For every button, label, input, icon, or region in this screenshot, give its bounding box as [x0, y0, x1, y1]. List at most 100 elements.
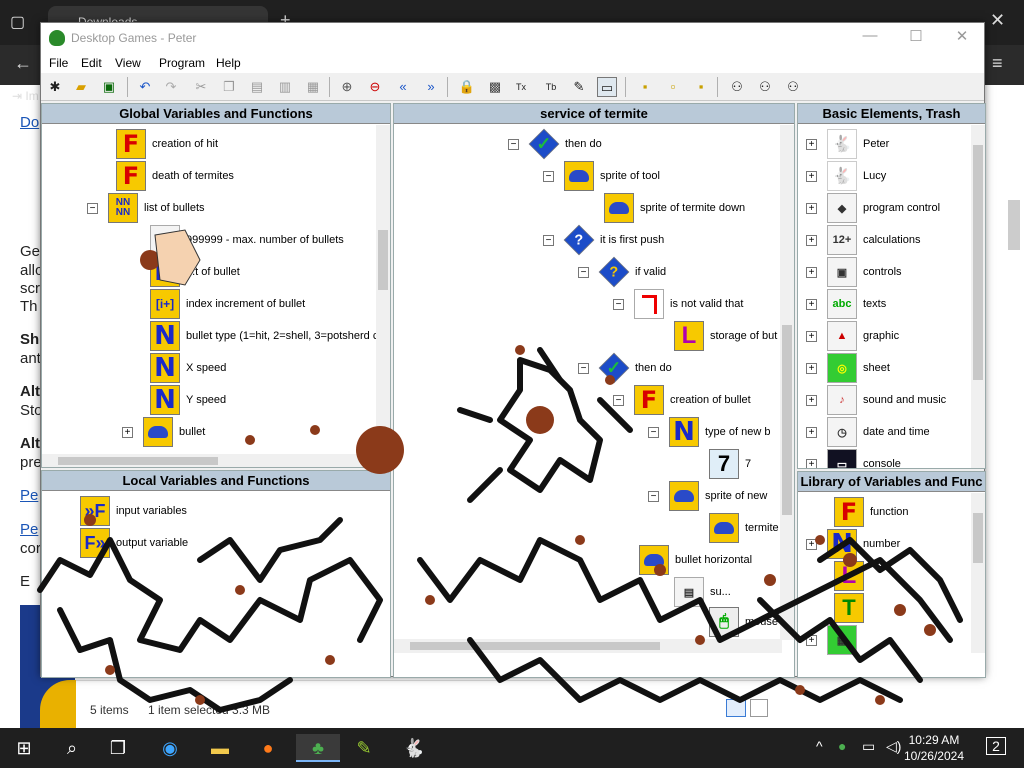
menu-icon[interactable]: ≡: [992, 53, 1003, 74]
tree-item[interactable]: + ◎ sheet: [806, 352, 890, 384]
tree-item[interactable]: Nbullet type (1=hit, 2=shell, 3=potsherd…: [150, 320, 378, 352]
menu-program[interactable]: Program: [159, 56, 205, 70]
expand-icon[interactable]: +: [806, 298, 817, 310]
tree-item[interactable]: + ♪ sound and music: [806, 384, 946, 416]
properties-icon[interactable]: ▦: [303, 77, 323, 97]
tree-item[interactable]: + ▭ console: [806, 448, 901, 468]
tree-item[interactable]: ▶| 999999 - max. number of bullets: [150, 224, 344, 256]
run-icon[interactable]: ✱: [45, 77, 65, 97]
copy-icon[interactable]: ❐: [219, 77, 239, 97]
expand-icon[interactable]: +: [806, 202, 817, 214]
text-icon[interactable]: Tx: [511, 77, 531, 97]
tree-item[interactable]: − Ntype of new b: [648, 416, 770, 448]
tree-item[interactable]: N Y speed: [150, 384, 226, 416]
expand-icon[interactable]: +: [806, 266, 817, 278]
tree-item[interactable]: termite: [709, 512, 779, 544]
next-icon[interactable]: »: [421, 77, 441, 97]
collapse-icon[interactable]: −: [613, 298, 624, 310]
vertical-scrollbar[interactable]: [376, 125, 390, 455]
desktop-games-taskbar-icon[interactable]: ♣: [296, 734, 340, 762]
firefox-icon[interactable]: ●: [254, 734, 282, 762]
tree-item[interactable]: Ffunction: [834, 496, 909, 528]
tree-item[interactable]: + ◆ program control: [806, 192, 940, 224]
tree-item[interactable]: + abc texts: [806, 288, 886, 320]
undo-icon[interactable]: ↶: [135, 77, 155, 97]
tree-item[interactable]: Lstorage of but: [674, 320, 777, 352]
vertical-scrollbar[interactable]: [971, 125, 985, 468]
page-link[interactable]: Pe: [20, 521, 38, 538]
tree-item[interactable]: + 🐇 Lucy: [806, 160, 886, 192]
horizontal-scrollbar[interactable]: [42, 454, 378, 467]
expand-icon[interactable]: +: [806, 426, 817, 438]
volume-icon[interactable]: ◁): [886, 738, 901, 755]
delete-icon[interactable]: ▥: [275, 77, 295, 97]
zoom-in-icon[interactable]: ⊕: [337, 77, 357, 97]
lock-icon[interactable]: 🔒: [457, 77, 477, 97]
back-icon[interactable]: ←: [14, 53, 32, 74]
menu-edit[interactable]: Edit: [81, 56, 102, 70]
tree-item[interactable]: Fcreation of hit: [116, 128, 218, 160]
previous-icon[interactable]: «: [393, 77, 413, 97]
zoom-out-icon[interactable]: ⊖: [365, 77, 385, 97]
page-link[interactable]: Pe: [20, 487, 38, 504]
expand-icon[interactable]: +: [806, 330, 817, 342]
bookmark-prev-icon[interactable]: ▪: [691, 77, 711, 97]
window-icon[interactable]: ▭: [597, 77, 617, 97]
grid-icon[interactable]: ▩: [485, 77, 505, 97]
clock[interactable]: 10:29 AM 10/26/2024: [904, 732, 964, 764]
details-view-icon[interactable]: [726, 699, 746, 717]
expand-icon[interactable]: +: [122, 426, 133, 438]
network-icon[interactable]: ▭: [862, 738, 875, 755]
tree-item[interactable]: + bullet: [122, 416, 205, 448]
collapse-icon[interactable]: −: [543, 170, 554, 182]
tree-item[interactable]: N X speed: [150, 352, 226, 384]
tree-item[interactable]: N ...t of bullet: [150, 256, 240, 288]
tree-item[interactable]: 77: [709, 448, 751, 480]
tree-item[interactable]: +12+ calculations: [806, 224, 920, 256]
import-icon[interactable]: ⇥ Im: [12, 89, 39, 103]
expand-icon[interactable]: +: [806, 170, 817, 182]
minimize-icon[interactable]: —: [847, 27, 893, 49]
tree-item[interactable]: ▤ su...: [674, 576, 731, 608]
tree-item[interactable]: L: [834, 560, 870, 592]
tree-item[interactable]: − NN NN list of bullets: [87, 192, 205, 224]
tree-item[interactable]: − Fcreation of bullet: [613, 384, 751, 416]
search-icon[interactable]: ⌕: [58, 734, 86, 762]
vertical-scrollbar[interactable]: [971, 493, 985, 653]
bookmark-icon[interactable]: ▪: [635, 77, 655, 97]
tree-item[interactable]: 🖱 mouse: [709, 606, 778, 638]
save-icon[interactable]: ▣: [99, 77, 119, 97]
expand-icon[interactable]: +: [806, 138, 817, 150]
tab-actions-icon[interactable]: ▢: [10, 12, 25, 32]
expand-icon[interactable]: +: [806, 538, 817, 550]
expand-icon[interactable]: +: [806, 362, 817, 374]
tree-item[interactable]: − sprite of new: [648, 480, 767, 512]
browser-scrollbar[interactable]: [1008, 200, 1020, 250]
tree-item[interactable]: »F input variables: [80, 495, 187, 527]
menu-view[interactable]: View: [115, 56, 141, 70]
horizontal-scrollbar[interactable]: [394, 639, 782, 653]
tree-item[interactable]: + ▣ controls: [806, 256, 902, 288]
tree-item[interactable]: + ▲ graphic: [806, 320, 899, 352]
menu-file[interactable]: File: [49, 56, 68, 70]
show-hidden-icons[interactable]: ^: [816, 738, 823, 754]
collapse-icon[interactable]: −: [87, 202, 98, 214]
collapse-icon[interactable]: −: [508, 138, 519, 150]
find-next-icon[interactable]: ⚇: [755, 77, 775, 97]
vertical-scrollbar[interactable]: [780, 125, 794, 640]
tree-item[interactable]: + ▦: [806, 624, 863, 656]
notification-center-icon[interactable]: 2: [986, 737, 1006, 755]
tree-item[interactable]: − then do: [578, 352, 672, 384]
collapse-icon[interactable]: −: [648, 490, 659, 502]
replace-icon[interactable]: ⚇: [783, 77, 803, 97]
open-icon[interactable]: ▰: [71, 77, 91, 97]
scroll-right-icon[interactable]: ›: [762, 681, 766, 695]
file-explorer-icon[interactable]: ▬: [206, 734, 234, 762]
bookmark-next-icon[interactable]: ▫: [663, 77, 683, 97]
tree-item[interactable]: + ◷ date and time: [806, 416, 930, 448]
expand-icon[interactable]: +: [806, 634, 817, 646]
text-box-icon[interactable]: Tb: [541, 77, 561, 97]
expand-icon[interactable]: +: [806, 234, 817, 246]
edit-icon[interactable]: ✎: [569, 77, 589, 97]
tree-item[interactable]: − it is first push: [543, 224, 664, 256]
